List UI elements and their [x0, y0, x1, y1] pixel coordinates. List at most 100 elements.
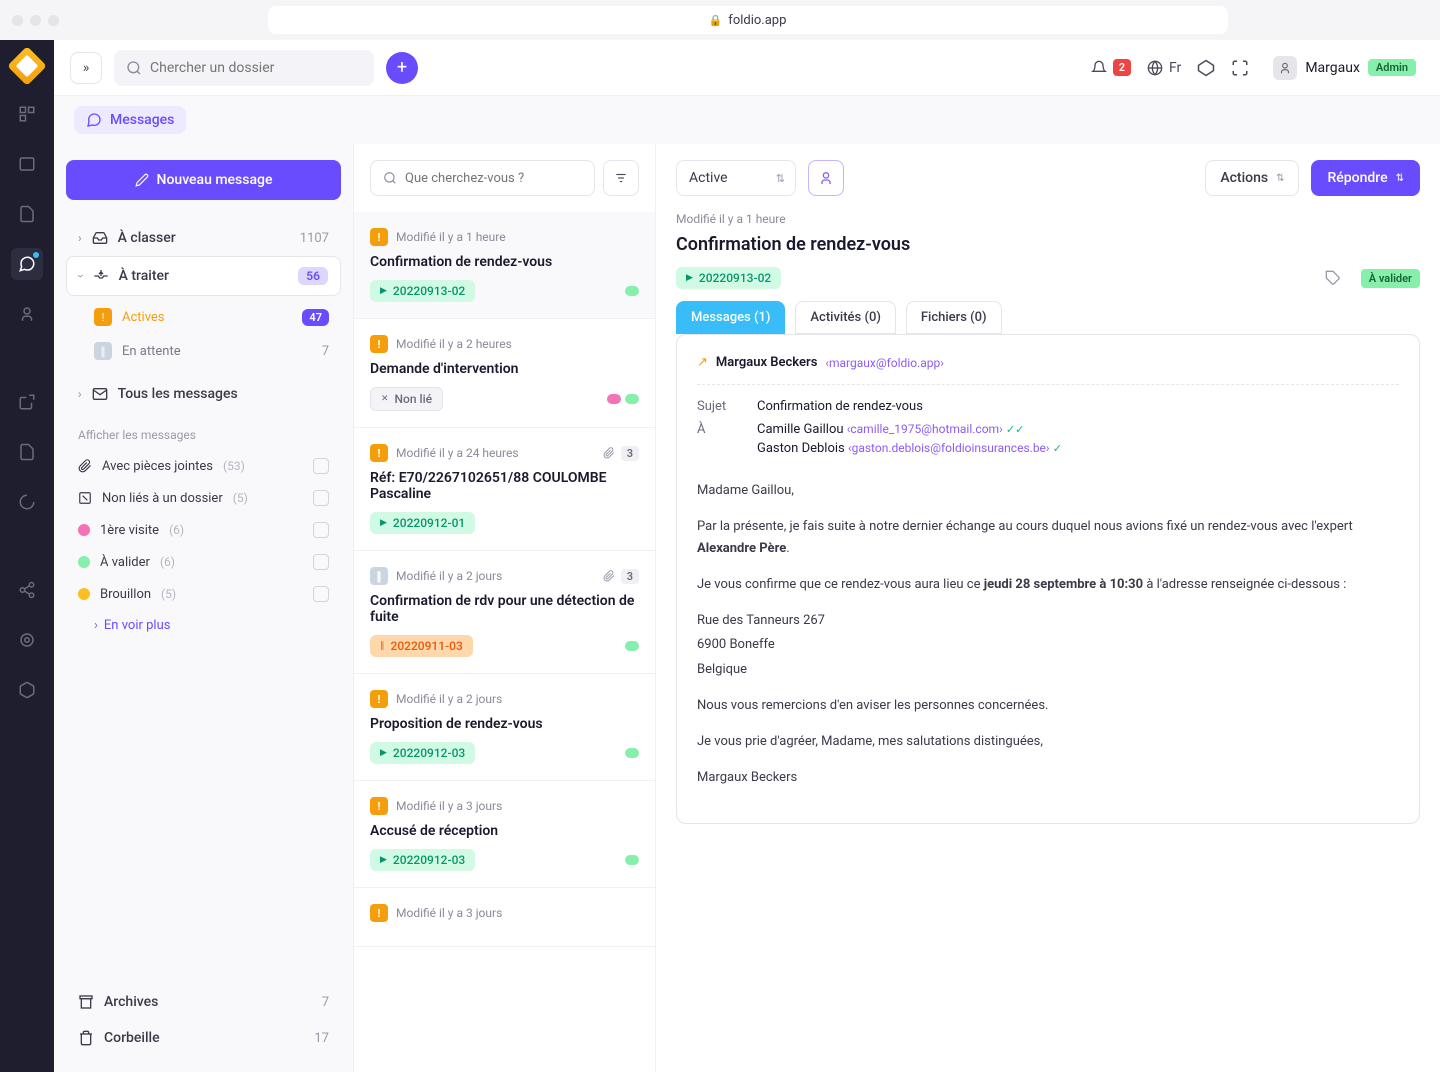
rail-package-icon[interactable] — [11, 674, 43, 706]
rail-messages-icon[interactable] — [11, 248, 43, 280]
tab-activities[interactable]: Activités (0) — [795, 301, 895, 334]
attachment-indicator: 3 — [603, 446, 639, 461]
to-label: À — [697, 422, 737, 460]
message-card[interactable]: ! Modifié il y a 2 heures Demande d'inte… — [354, 319, 655, 428]
help-icon[interactable] — [1197, 59, 1215, 77]
close-window[interactable] — [12, 15, 23, 26]
url-bar[interactable]: 🔒 foldio.app — [268, 6, 1228, 34]
list-filter-button[interactable] — [603, 160, 639, 196]
ref-chip[interactable]: ▶20220912-01 — [370, 512, 475, 534]
from-email: ‹margaux@foldio.app› — [825, 356, 943, 370]
detail-time: Modifié il y a 1 heure — [676, 212, 1420, 226]
rail-stats-icon[interactable] — [11, 486, 43, 518]
breadcrumb-messages[interactable]: Messages — [74, 106, 186, 134]
list-search[interactable] — [370, 160, 595, 196]
rail-share-icon[interactable] — [11, 574, 43, 606]
ref-chip[interactable]: ▶20220913-02 — [370, 280, 475, 302]
user-role-badge: Admin — [1368, 59, 1416, 76]
chevron-right-icon: › — [78, 231, 82, 245]
chevron-down-icon: › — [74, 274, 88, 278]
minimize-window[interactable] — [30, 15, 41, 26]
checkbox[interactable] — [313, 490, 329, 506]
message-card[interactable]: ! Modifié il y a 3 jours — [354, 888, 655, 947]
nav-archives[interactable]: Archives 7 — [66, 984, 341, 1020]
rail-folders-icon[interactable] — [11, 148, 43, 180]
message-body: ↗ Margaux Beckers ‹margaux@foldio.app› S… — [676, 334, 1420, 824]
reply-button[interactable]: Répondre⇅ — [1311, 160, 1420, 196]
global-search[interactable] — [114, 50, 374, 86]
rail-contacts-icon[interactable] — [11, 298, 43, 330]
maximize-window[interactable] — [48, 15, 59, 26]
tag-indicators — [625, 286, 639, 296]
status-select[interactable]: Active — [676, 160, 796, 196]
message-card[interactable]: ! Modifié il y a 3 jours Accusé de récep… — [354, 781, 655, 888]
checkbox[interactable] — [313, 586, 329, 602]
ref-chip[interactable]: ✕Non lié — [370, 387, 443, 411]
nav-to-classify[interactable]: › À classer 1107 — [66, 220, 341, 256]
assign-person-button[interactable] — [808, 160, 844, 196]
checkbox[interactable] — [313, 458, 329, 474]
rail-dashboard-icon[interactable] — [11, 98, 43, 130]
message-time: Modifié il y a 2 jours — [396, 692, 502, 706]
mail-icon — [92, 386, 108, 402]
recipient: Gaston Deblois ‹gaston.deblois@foldioins… — [757, 441, 1399, 456]
rail-documents-icon[interactable] — [11, 198, 43, 230]
tab-files[interactable]: Fichiers (0) — [906, 301, 1002, 334]
language-selector[interactable]: Fr — [1147, 60, 1181, 76]
checkbox[interactable] — [313, 554, 329, 570]
from-name: Margaux Beckers — [716, 355, 817, 370]
subject-value: Confirmation de rendez-vous — [757, 399, 1399, 414]
message-time: Modifié il y a 3 jours — [396, 906, 502, 920]
status-badge: ∥ — [370, 567, 388, 585]
list-search-input[interactable] — [405, 171, 582, 186]
filter-first-visit[interactable]: 1ère visite (6) — [66, 514, 341, 546]
actions-button[interactable]: Actions⇅ — [1205, 160, 1299, 196]
nav-waiting[interactable]: ∥ En attente 7 — [82, 334, 341, 368]
detail-ref-chip[interactable]: ▶20220913-02 — [676, 267, 781, 289]
sidebar: Nouveau message › À classer 1107 › À tra… — [54, 144, 354, 1072]
nav-trash[interactable]: Corbeille 17 — [66, 1020, 341, 1056]
filter-icon — [614, 171, 628, 185]
filter-unlinked[interactable]: Non liés à un dossier (5) — [66, 482, 341, 514]
new-message-button[interactable]: Nouveau message — [66, 160, 341, 200]
filter-to-validate[interactable]: À valider (6) — [66, 546, 341, 578]
message-title: Accusé de réception — [370, 823, 639, 839]
inbox-upload-icon — [93, 268, 109, 284]
search-icon — [126, 60, 142, 76]
message-card[interactable]: ! Modifié il y a 1 heure Confirmation de… — [354, 212, 655, 319]
app-logo[interactable] — [7, 46, 47, 86]
message-card[interactable]: ! Modifié il y a 2 jours Proposition de … — [354, 674, 655, 781]
ref-chip[interactable]: ▶20220912-03 — [370, 742, 475, 764]
bell-icon — [1091, 60, 1107, 76]
filter-attachments[interactable]: Avec pièces jointes (53) — [66, 450, 341, 482]
rail-target-icon[interactable] — [11, 624, 43, 656]
global-search-input[interactable] — [150, 60, 362, 76]
message-card[interactable]: ∥ Modifié il y a 2 jours 3 Confirmation … — [354, 551, 655, 674]
user-menu[interactable]: Margaux Admin — [1265, 52, 1424, 84]
ref-chip[interactable]: ∥20220911-03 — [370, 635, 473, 657]
lock-icon: 🔒 — [709, 14, 723, 27]
see-more-link[interactable]: ›En voir plus — [66, 610, 341, 641]
nav-all-messages[interactable]: › Tous les messages — [66, 376, 341, 412]
tag-pink-icon — [78, 524, 90, 536]
rail-external-icon[interactable] — [11, 386, 43, 418]
user-name: Margaux — [1305, 60, 1360, 76]
filter-draft[interactable]: Brouillon (5) — [66, 578, 341, 610]
rail-notes-icon[interactable] — [11, 436, 43, 468]
message-title: Confirmation de rendez-vous — [370, 254, 639, 270]
nav-actives[interactable]: ! Actives 47 — [82, 300, 341, 334]
tag-indicators — [607, 394, 639, 404]
tag-icon[interactable] — [1325, 270, 1341, 286]
nav-to-process[interactable]: › À traiter 56 — [66, 256, 341, 296]
tab-messages[interactable]: Messages (1) — [676, 301, 785, 334]
checkbox[interactable] — [313, 522, 329, 538]
globe-icon — [1147, 60, 1163, 76]
ref-chip[interactable]: ▶20220912-03 — [370, 849, 475, 871]
notifications[interactable]: 2 — [1091, 59, 1131, 76]
message-card[interactable]: ! Modifié il y a 24 heures 3 Réf: E70/22… — [354, 428, 655, 551]
fullscreen-icon[interactable] — [1231, 59, 1249, 77]
add-button[interactable]: + — [386, 52, 418, 84]
message-time: Modifié il y a 3 jours — [396, 799, 502, 813]
message-time: Modifié il y a 24 heures — [396, 446, 519, 460]
collapse-sidebar-button[interactable]: » — [70, 52, 102, 84]
